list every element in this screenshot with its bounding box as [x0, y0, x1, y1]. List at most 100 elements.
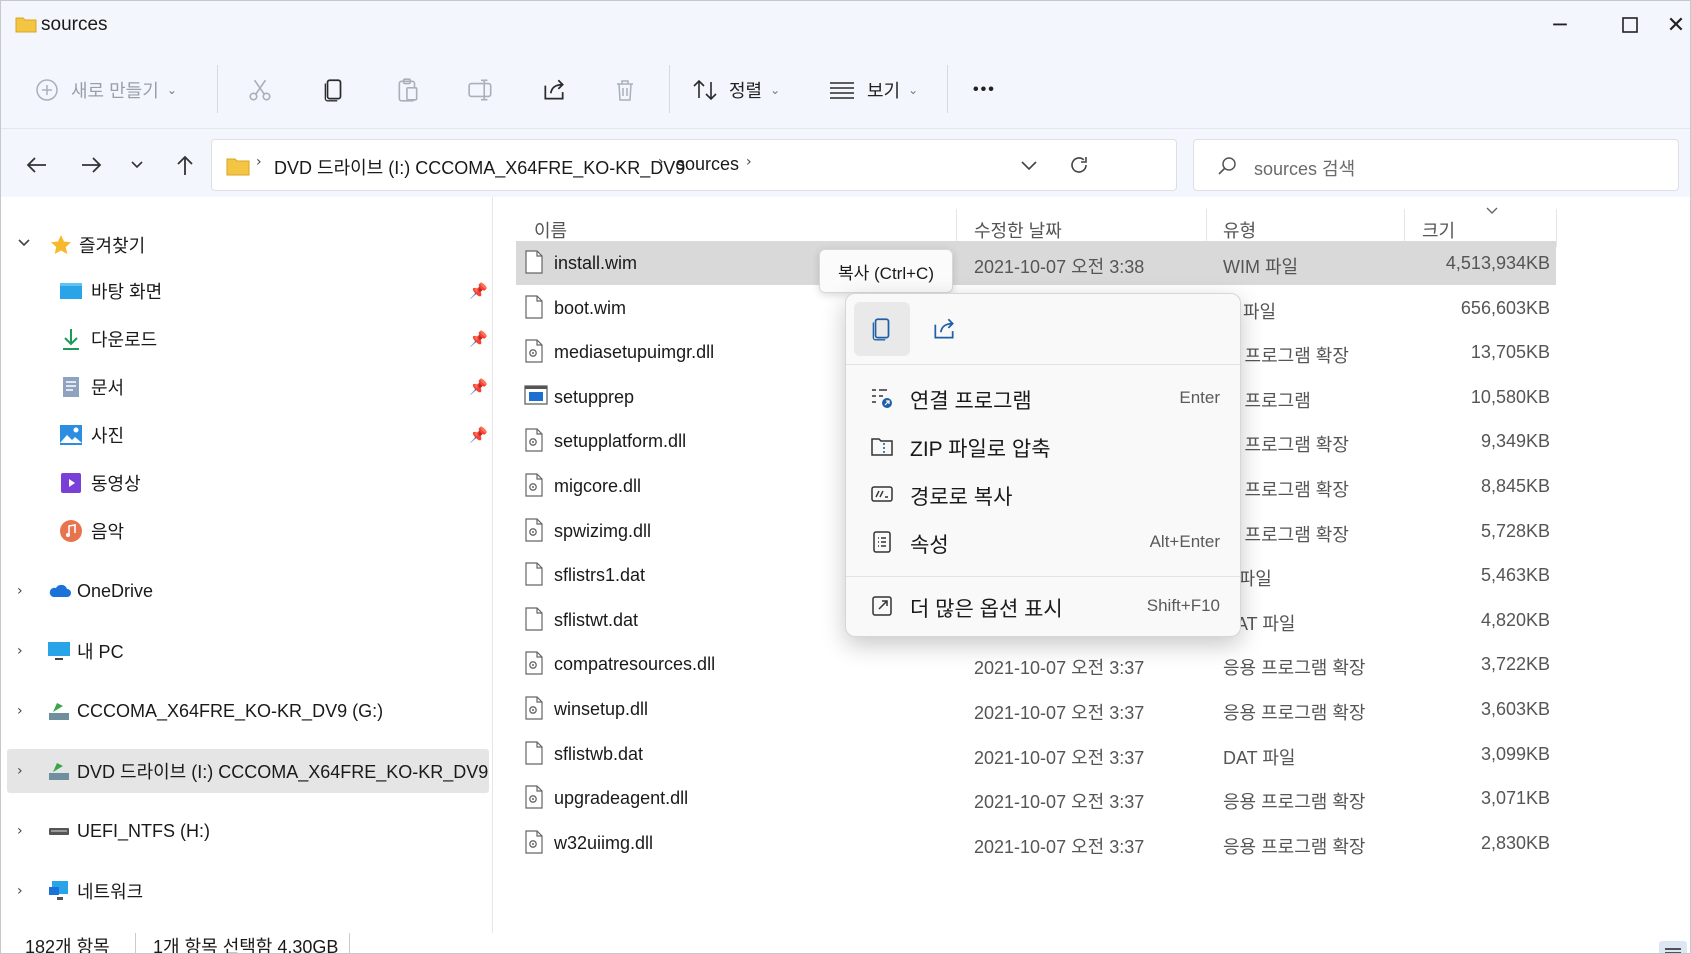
sort-button[interactable]: 정렬 ⌄: [691, 69, 780, 111]
menu-item-show-more-options[interactable]: 더 많은 옵션 표시 Shift+F10: [854, 582, 1234, 630]
file-row[interactable]: w32uiimg.dll 2021-10-07 오전 3:37 응용 프로그램 확장…: [516, 821, 1556, 865]
breadcrumb-item-drive[interactable]: DVD 드라이브 (I:) CCCOMA_X64FRE_KO-KR_DV9: [274, 154, 685, 180]
videos-icon: [61, 473, 81, 493]
paste-icon: [398, 78, 418, 102]
breadcrumb-item-sources[interactable]: sources: [676, 154, 739, 175]
share-icon: [934, 318, 954, 339]
context-share-button[interactable]: [916, 302, 972, 356]
file-type: 응용 프로그램 확장: [1223, 836, 1366, 857]
sidebar-item-drive-g[interactable]: › CCCOMA_X64FRE_KO-KR_DV9 (G:): [1, 689, 489, 733]
address-dropdown-icon[interactable]: [1020, 160, 1038, 172]
navigation-pane: 즐겨찾기 바탕 화면 📌 다운로드 📌 문서 📌 사진 📌 동영상 음악 › O…: [1, 197, 493, 933]
file-date: 2021-10-07 오전 3:37: [974, 703, 1145, 723]
file-row[interactable]: winsetup.dll 2021-10-07 오전 3:37 응용 프로그램 확장…: [516, 687, 1556, 731]
file-type: 용 프로그램 확장: [1223, 524, 1349, 545]
sidebar-item-documents[interactable]: 문서 📌: [1, 365, 489, 409]
pin-icon: 📌: [469, 378, 488, 396]
chevron-right-icon[interactable]: ›: [17, 643, 23, 659]
file-name: compatresources.dll: [554, 654, 716, 675]
drive-icon: [49, 703, 69, 720]
status-bar: 182개 항목 1개 항목 선택함 4.30GB: [1, 933, 1690, 953]
file-icon: [524, 740, 544, 765]
paste-button[interactable]: [395, 69, 421, 111]
explorer-window: sources ─ ✕ 새로 만들기 ⌄ 정렬 ⌄ 보기 ⌄ ••• › DVD…: [0, 0, 1691, 954]
sidebar-item-quick-access[interactable]: 즐겨찾기: [1, 223, 489, 267]
view-button[interactable]: 보기 ⌄: [829, 69, 918, 111]
sidebar-item-this-pc[interactable]: › 내 PC: [1, 629, 489, 673]
sidebar-item-dvd-drive[interactable]: › DVD 드라이브 (I:) CCCOMA_X64FRE_KO-KR_DV9: [7, 749, 489, 793]
toolbar-divider: [669, 65, 670, 113]
sidebar-item-desktop[interactable]: 바탕 화면 📌: [1, 269, 489, 313]
file-size: 9,349KB: [1480, 431, 1550, 452]
file-row[interactable]: upgradeagent.dll 2021-10-07 오전 3:37 응용 프로그…: [516, 776, 1556, 820]
sidebar-item-downloads[interactable]: 다운로드 📌: [1, 317, 489, 361]
column-header-size[interactable]: 크기: [1422, 217, 1455, 243]
close-button[interactable]: ✕: [1661, 1, 1690, 49]
search-input[interactable]: sources 검색: [1254, 155, 1355, 181]
menu-item-properties[interactable]: 속성 Alt+Enter: [854, 518, 1234, 566]
back-button[interactable]: [17, 147, 57, 183]
sidebar-item-uefi-ntfs[interactable]: › UEFI_NTFS (H:): [1, 809, 489, 853]
menu-divider: [846, 576, 1240, 577]
sidebar-item-network[interactable]: › 네트워크: [1, 869, 489, 913]
copy-tooltip: 복사 (Ctrl+C): [819, 249, 953, 293]
copy-button[interactable]: [321, 69, 347, 111]
dll-file-icon: [524, 428, 544, 452]
address-bar[interactable]: › DVD 드라이브 (I:) CCCOMA_X64FRE_KO-KR_DV9 …: [211, 139, 1177, 191]
maximize-button[interactable]: [1595, 1, 1665, 49]
dvd-icon: [49, 763, 69, 780]
toolbar-divider: [217, 65, 218, 113]
forward-button[interactable]: [71, 147, 111, 183]
context-copy-button[interactable]: [854, 302, 910, 356]
menu-item-shortcut: Shift+F10: [1146, 596, 1220, 615]
file-row[interactable]: sflistwb.dat 2021-10-07 오전 3:37 DAT 파일 3,09…: [516, 732, 1556, 776]
column-header-type[interactable]: 유형: [1223, 217, 1256, 243]
sidebar-item-music[interactable]: 음악: [1, 509, 489, 553]
cut-button[interactable]: [247, 69, 273, 111]
file-row[interactable]: compatresources.dll 2021-10-07 오전 3:37 응용 …: [516, 642, 1556, 686]
refresh-icon[interactable]: [1068, 154, 1090, 176]
file-row[interactable]: install.wim 2021-10-07 오전 3:38 WIM 파일 4,513…: [516, 241, 1556, 285]
file-name: migcore.dll: [554, 476, 642, 496]
sidebar-item-pictures[interactable]: 사진 📌: [1, 413, 489, 457]
chevron-right-icon[interactable]: ›: [17, 583, 23, 599]
menu-item-compress-zip[interactable]: ZIP 파일로 압축: [854, 422, 1234, 470]
chevron-right-icon[interactable]: ›: [17, 823, 23, 839]
search-box[interactable]: sources 검색: [1193, 139, 1679, 191]
menu-item-copy-as-path[interactable]: 경로로 복사: [854, 470, 1234, 518]
chevron-down-icon[interactable]: [17, 238, 31, 248]
new-button[interactable]: 새로 만들기 ⌄: [35, 69, 177, 111]
more-button[interactable]: •••: [973, 69, 996, 111]
menu-item-label: 속성: [910, 534, 949, 557]
pictures-icon: [60, 425, 82, 445]
column-header-date[interactable]: 수정한 날짜: [974, 217, 1062, 243]
rename-button[interactable]: [467, 69, 495, 111]
file-name: sflistwt.dat: [554, 609, 639, 630]
scissors-icon: [249, 79, 271, 101]
dll-file-icon: [524, 473, 544, 497]
recent-locations-button[interactable]: [117, 147, 157, 183]
arrow-up-icon: [177, 155, 193, 175]
onedrive-icon: [49, 584, 71, 597]
details-view-button[interactable]: [1659, 941, 1687, 953]
file-date: 2021-10-07 오전 3:37: [974, 658, 1145, 679]
menu-item-open-with[interactable]: 연결 프로그램 Enter: [854, 374, 1234, 422]
file-size: 656,603KB: [1460, 297, 1550, 318]
minimize-button[interactable]: ─: [1525, 1, 1595, 49]
share-button[interactable]: [541, 69, 567, 111]
sidebar-item-videos[interactable]: 동영상: [1, 461, 489, 505]
application-icon: [524, 384, 548, 408]
file-icon: [524, 294, 544, 319]
delete-button[interactable]: [613, 69, 637, 111]
file-type: 응용 프로그램 확장: [1223, 703, 1366, 723]
menu-item-label: 더 많은 옵션 표시: [910, 598, 1063, 621]
column-header-name[interactable]: 이름: [534, 217, 567, 243]
column-divider[interactable]: [1556, 209, 1557, 247]
chevron-right-icon[interactable]: ›: [17, 883, 23, 899]
chevron-right-icon[interactable]: ›: [17, 703, 23, 719]
details-view-icon: [1665, 948, 1681, 953]
up-button[interactable]: [165, 147, 205, 183]
sidebar-item-onedrive[interactable]: › OneDrive: [1, 569, 489, 613]
chevron-right-icon[interactable]: ›: [17, 763, 23, 779]
file-size: 4,513,934KB: [1445, 253, 1550, 273]
